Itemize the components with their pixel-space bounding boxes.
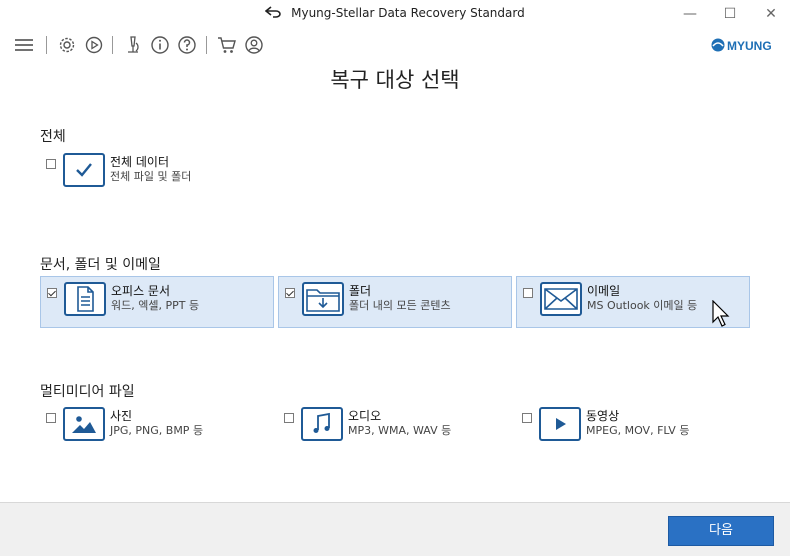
- help-icon[interactable]: [177, 35, 197, 55]
- option-video[interactable]: 동영상 MPEG, MOV, FLV 등: [516, 402, 750, 454]
- folder-icon: [302, 282, 344, 316]
- option-audio[interactable]: 오디오 MP3, WMA, WAV 등: [278, 402, 512, 454]
- info-icon[interactable]: [150, 35, 170, 55]
- minimize-button[interactable]: —: [676, 4, 704, 24]
- document-icon: [64, 282, 106, 316]
- photo-icon: [63, 407, 105, 441]
- account-icon[interactable]: [244, 35, 264, 55]
- option-description: 전체 파일 및 폴더: [110, 170, 192, 183]
- play-icon: [539, 407, 581, 441]
- microscope-icon[interactable]: [123, 35, 143, 55]
- page-title: 복구 대상 선택: [330, 68, 460, 92]
- svg-text:MYUNG: MYUNG: [727, 39, 772, 53]
- folder-checkbox[interactable]: [285, 288, 295, 298]
- video-checkbox[interactable]: [522, 413, 532, 423]
- audio-checkbox[interactable]: [284, 413, 294, 423]
- option-description: MPEG, MOV, FLV 등: [586, 424, 690, 437]
- back-arrow-icon[interactable]: [265, 6, 282, 21]
- office-documents-checkbox[interactable]: [47, 288, 57, 298]
- gear-icon[interactable]: [57, 35, 77, 55]
- all-data-checkbox[interactable]: [46, 159, 56, 169]
- option-office-documents[interactable]: 오피스 문서 워드, 엑셀, PPT 등: [40, 276, 274, 328]
- photo-checkbox[interactable]: [46, 413, 56, 423]
- toolbar-divider: [46, 36, 47, 54]
- option-folder[interactable]: 폴더 폴더 내의 모든 콘텐츠: [278, 276, 512, 328]
- toolbar-divider: [112, 36, 113, 54]
- option-description: MP3, WMA, WAV 등: [348, 424, 452, 437]
- section-title-all: 전체: [40, 129, 66, 145]
- check-icon: [63, 153, 105, 187]
- music-note-icon: [301, 407, 343, 441]
- section-title-multimedia: 멀티미디어 파일: [40, 384, 135, 400]
- email-checkbox[interactable]: [523, 288, 533, 298]
- close-button[interactable]: ✕: [757, 4, 785, 24]
- option-photo[interactable]: 사진 JPG, PNG, BMP 등: [40, 402, 274, 454]
- title-bar: Myung-Stellar Data Recovery Standard — ☐…: [0, 0, 790, 28]
- envelope-icon: [540, 282, 582, 316]
- section-title-documents: 문서, 폴더 및 이메일: [40, 257, 161, 273]
- window-title: Myung-Stellar Data Recovery Standard: [291, 6, 525, 20]
- brand-logo: MYUNG: [710, 37, 778, 53]
- option-description: 워드, 엑셀, PPT 등: [111, 299, 200, 312]
- toolbar: MYUNG: [0, 28, 790, 62]
- option-description: 폴더 내의 모든 콘텐츠: [349, 299, 451, 312]
- toolbar-divider: [206, 36, 207, 54]
- cart-icon[interactable]: [217, 35, 237, 55]
- menu-icon[interactable]: [14, 35, 34, 55]
- option-all-data[interactable]: 전체 데이터 전체 파일 및 폴더: [40, 148, 274, 200]
- resume-recovery-icon[interactable]: [84, 35, 104, 55]
- footer-bar: 다음: [0, 502, 790, 556]
- maximize-button[interactable]: ☐: [716, 4, 744, 24]
- option-description: MS Outlook 이메일 등: [587, 299, 698, 312]
- mouse-cursor-icon: [712, 299, 732, 332]
- option-description: JPG, PNG, BMP 등: [110, 424, 204, 437]
- next-button[interactable]: 다음: [668, 516, 774, 546]
